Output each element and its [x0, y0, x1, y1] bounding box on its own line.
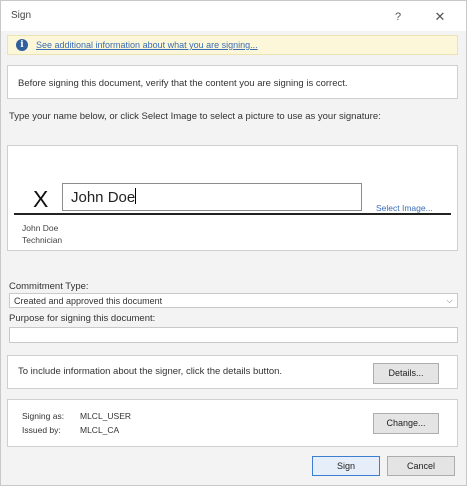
details-button[interactable]: Details...: [373, 363, 439, 384]
issued-by-label: Issued by:: [22, 425, 61, 435]
issued-by-value: MLCL_CA: [80, 425, 120, 435]
signing-as-value: MLCL_USER: [80, 411, 132, 421]
signing-info-panel: Signing as: MLCL_USER Issued by: MLCL_CA…: [7, 399, 458, 447]
info-icon: i: [16, 39, 28, 51]
select-image-link[interactable]: Select Image...: [376, 203, 433, 213]
close-button[interactable]: ✕: [429, 7, 451, 27]
commitment-type-select[interactable]: Created and approved this document ⌵: [9, 293, 458, 308]
signer-title: Technician: [22, 235, 63, 245]
title-bar: Sign ? ✕: [1, 1, 466, 31]
dialog-title: Sign: [11, 10, 32, 21]
sign-button[interactable]: Sign: [312, 456, 380, 476]
signature-name-value: John Doe: [71, 189, 136, 206]
purpose-label: Purpose for signing this document:: [9, 313, 156, 324]
additional-info-link[interactable]: See additional information about what yo…: [36, 40, 258, 50]
details-message: To include information about the signer,…: [18, 366, 283, 377]
commitment-type-label: Commitment Type:: [9, 281, 89, 292]
signature-box: X John Doe Select Image... John Doe Tech…: [7, 145, 458, 251]
signature-line: [14, 213, 451, 215]
text-caret: [135, 188, 137, 204]
change-button[interactable]: Change...: [373, 413, 439, 434]
signature-x-mark: X: [33, 186, 49, 212]
help-button[interactable]: ?: [387, 7, 409, 27]
info-bar: i See additional information about what …: [7, 35, 458, 55]
signer-name: John Doe: [22, 223, 59, 233]
commitment-type-value: Created and approved this document: [14, 296, 163, 306]
signature-instructions: Type your name below, or click Select Im…: [9, 111, 381, 122]
cancel-button[interactable]: Cancel: [387, 456, 455, 476]
signing-as-label: Signing as:: [22, 411, 65, 421]
verify-message: Before signing this document, verify tha…: [18, 78, 348, 89]
verify-panel: Before signing this document, verify tha…: [7, 65, 458, 99]
chevron-down-icon[interactable]: ⌵: [442, 294, 457, 307]
signature-name-input[interactable]: John Doe: [62, 183, 362, 211]
sign-dialog: Sign ? ✕ i See additional information ab…: [0, 0, 467, 486]
purpose-input[interactable]: [9, 327, 458, 343]
details-panel: To include information about the signer,…: [7, 355, 458, 389]
